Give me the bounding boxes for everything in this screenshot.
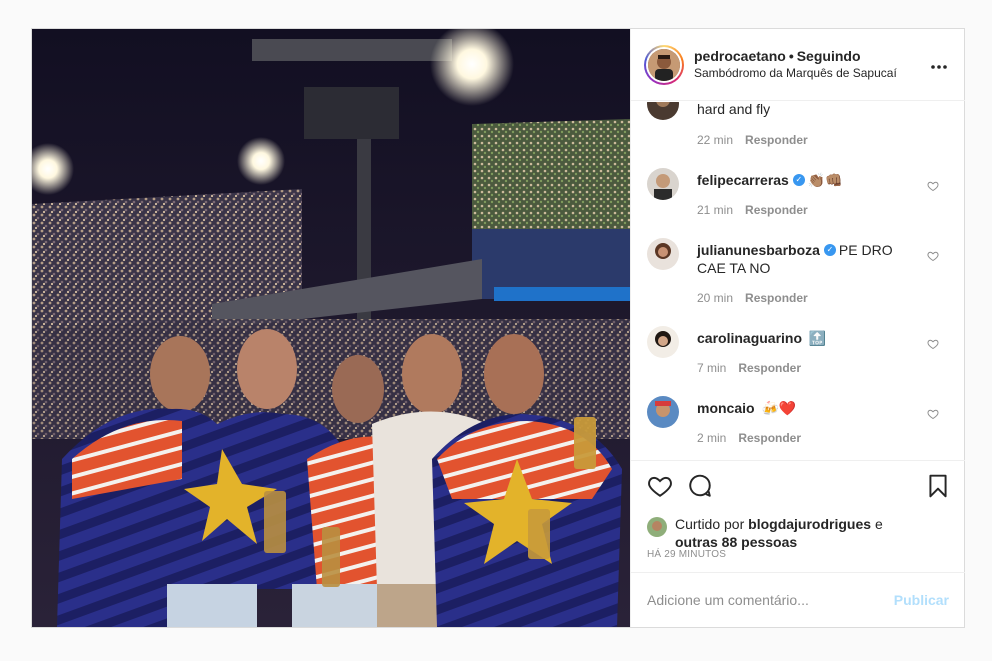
liked-and: e bbox=[874, 516, 883, 532]
comment-time[interactable]: 20 min bbox=[697, 291, 733, 305]
comment-like-icon[interactable] bbox=[927, 338, 939, 350]
comment-time[interactable]: 2 min bbox=[697, 431, 726, 445]
liker-avatar[interactable] bbox=[647, 517, 667, 537]
post-actions: Curtido por blogdajurodrigues e outras 8… bbox=[631, 460, 965, 573]
comment-text: 🍻❤️ bbox=[761, 400, 797, 416]
comment-like-icon[interactable] bbox=[927, 250, 939, 262]
commenter-username[interactable]: moncaio bbox=[697, 400, 755, 416]
post-photo[interactable] bbox=[32, 29, 630, 627]
commenter-avatar[interactable] bbox=[647, 102, 679, 120]
post-side-panel: pedrocaetano • Seguindo Sambódromo da Marq… bbox=[630, 29, 965, 627]
header-separator: • bbox=[788, 47, 794, 64]
reply-button[interactable]: Responder bbox=[738, 431, 801, 445]
commenter-username[interactable]: julianunesbarboza bbox=[697, 242, 820, 258]
post-header: pedrocaetano • Seguindo Sambódromo da Marq… bbox=[631, 29, 965, 101]
commenter-avatar[interactable] bbox=[647, 238, 679, 270]
commenter-avatar[interactable] bbox=[647, 168, 679, 200]
comments-list[interactable]: hard and fly 22 min Responder felipecarre… bbox=[631, 102, 965, 460]
more-horizontal-icon[interactable] bbox=[930, 55, 948, 73]
author-avatar[interactable] bbox=[648, 48, 680, 81]
add-comment-bar: Publicar bbox=[631, 572, 965, 627]
bookmark-icon[interactable] bbox=[925, 473, 951, 499]
reply-button[interactable]: Responder bbox=[745, 133, 808, 147]
comment-like-icon[interactable] bbox=[927, 180, 939, 192]
comment-time[interactable]: 22 min bbox=[697, 133, 733, 147]
post-location[interactable]: Sambódromo da Marquês de Sapucaí bbox=[694, 65, 897, 82]
story-ring[interactable] bbox=[644, 44, 684, 85]
author-username[interactable]: pedrocaetano bbox=[694, 48, 786, 64]
following-button[interactable]: Seguindo bbox=[797, 48, 861, 64]
reply-button[interactable]: Responder bbox=[738, 361, 801, 375]
comment-icon[interactable] bbox=[687, 473, 713, 499]
comment-input[interactable] bbox=[647, 592, 894, 608]
reply-button[interactable]: Responder bbox=[745, 203, 808, 217]
commenter-avatar[interactable] bbox=[647, 326, 679, 358]
comment-like-icon[interactable] bbox=[927, 408, 939, 420]
comment-text: 🔝 bbox=[808, 330, 827, 346]
comment-time[interactable]: 21 min bbox=[697, 203, 733, 217]
liker-username[interactable]: blogdajurodrigues bbox=[748, 516, 871, 532]
commenter-username[interactable]: felipecarreras bbox=[697, 172, 789, 188]
verified-badge-icon: ✓ bbox=[792, 174, 805, 187]
publish-button[interactable]: Publicar bbox=[894, 592, 949, 608]
reply-button[interactable]: Responder bbox=[745, 291, 808, 305]
comment-time[interactable]: 7 min bbox=[697, 361, 726, 375]
likes-others-link[interactable]: outras 88 pessoas bbox=[675, 534, 797, 550]
comment-text: hard and fly bbox=[697, 102, 771, 117]
commenter-username[interactable]: carolinaguarino bbox=[697, 330, 802, 346]
verified-badge-icon: ✓ bbox=[823, 244, 836, 257]
post-card: pedrocaetano • Seguindo Sambódromo da Marq… bbox=[31, 28, 965, 628]
commenter-avatar[interactable] bbox=[647, 396, 679, 428]
heart-icon[interactable] bbox=[647, 473, 673, 499]
liked-prefix: Curtido por bbox=[675, 516, 745, 532]
comment-text: 👏🏽👊🏽 bbox=[807, 172, 843, 188]
post-timestamp[interactable]: HÁ 29 MINUTOS bbox=[647, 549, 726, 560]
